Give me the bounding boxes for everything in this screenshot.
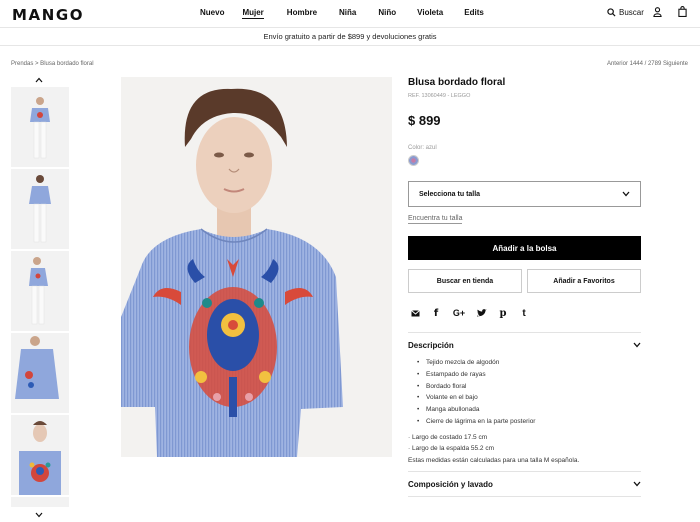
twitter-icon[interactable]	[477, 308, 487, 318]
size-select-label: Selecciona tu talla	[419, 190, 481, 198]
site-header: MANGO Nuevo Mujer Hombre Niña Niño Viole…	[0, 0, 700, 28]
tumblr-icon[interactable]: t	[519, 308, 529, 319]
composition-header[interactable]: Composición y lavado	[408, 472, 641, 496]
list-item: Volante en el bajo	[417, 392, 641, 404]
description-header[interactable]: Descripción	[408, 333, 641, 357]
nav-edits[interactable]: Edits	[464, 8, 484, 19]
product-pager[interactable]: Anterior 1444 / 2789 Siguiente	[607, 61, 688, 67]
main-nav: Nuevo Mujer Hombre Niña Niño Violeta Edi…	[200, 8, 484, 19]
composition-title: Composición y lavado	[408, 479, 493, 489]
nav-hombre[interactable]: Hombre	[287, 8, 317, 19]
divider	[408, 496, 641, 498]
list-item: Manga abullonada	[417, 404, 641, 416]
color-label: Color: azul	[408, 145, 437, 151]
add-to-bag-button[interactable]: Añadir a la bolsa	[408, 236, 641, 260]
size-select[interactable]: Selecciona tu talla	[408, 181, 641, 207]
thumbnail-5[interactable]	[11, 415, 69, 495]
nav-nino[interactable]: Niño	[378, 8, 396, 19]
find-in-store-button[interactable]: Buscar en tienda	[408, 269, 522, 293]
measure-note: Estas medidas están calculadas para una …	[408, 456, 580, 464]
thumbnail-4[interactable]	[11, 333, 69, 413]
thumbnail-6[interactable]	[11, 497, 69, 507]
search-label: Buscar	[619, 8, 644, 17]
list-item: Tejido mezcla de algodón	[417, 357, 641, 369]
size-guide-link[interactable]: Encuentra tu talla	[408, 215, 463, 224]
color-swatch-azul[interactable]	[408, 155, 419, 166]
chevron-down-icon	[633, 481, 641, 487]
mango-logo[interactable]: MANGO	[12, 6, 84, 24]
description-title: Descripción	[408, 340, 454, 350]
list-item: Cierre de lágrima en la parte posterior	[417, 416, 641, 428]
description-list: Tejido mezcla de algodón Estampado de ra…	[417, 357, 641, 428]
facebook-icon[interactable]: f	[431, 308, 441, 319]
breadcrumb[interactable]: Prendas > Blusa bordado floral	[11, 61, 94, 67]
pinterest-icon[interactable]: p	[498, 308, 508, 319]
chevron-down-icon	[622, 191, 630, 197]
chevron-down-icon	[633, 342, 641, 348]
mail-icon[interactable]	[410, 308, 420, 318]
share-icons: f G+ p t	[408, 308, 641, 319]
search-icon	[607, 8, 616, 17]
thumbnail-strip	[11, 87, 69, 509]
promo-bar[interactable]: Envío gratuito a partir de $899 y devolu…	[0, 28, 700, 46]
bag-icon[interactable]	[678, 6, 687, 17]
product-main-image[interactable]	[121, 77, 392, 457]
list-item: Bordado floral	[417, 381, 641, 393]
measures: · Largo de costado 17.5 cm · Largo de la…	[408, 432, 641, 467]
measure-line: · Largo de costado 17.5 cm	[408, 433, 488, 441]
thumbs-down-arrow-icon[interactable]	[35, 512, 43, 518]
google-plus-icon[interactable]: G+	[452, 308, 466, 318]
product-price: $ 899	[408, 113, 441, 128]
product-title: Blusa bordado floral	[408, 77, 506, 88]
product-panel: Blusa bordado floral REF. 13060449 - LEG…	[408, 77, 641, 498]
add-to-favorites-button[interactable]: Añadir a Favoritos	[527, 269, 641, 293]
secondary-buttons: Buscar en tienda Añadir a Favoritos	[408, 269, 641, 293]
user-icon[interactable]	[653, 7, 662, 17]
nav-nuevo[interactable]: Nuevo	[200, 8, 224, 19]
nav-nina[interactable]: Niña	[339, 8, 356, 19]
list-item: Estampado de rayas	[417, 369, 641, 381]
thumbnail-1[interactable]	[11, 87, 69, 167]
product-ref: REF. 13060449 - LEGGO	[408, 93, 471, 99]
thumbnail-3[interactable]	[11, 251, 69, 331]
measure-line: · Largo de la espalda 55.2 cm	[408, 445, 494, 453]
thumbnail-2[interactable]	[11, 169, 69, 249]
nav-mujer[interactable]: Mujer	[242, 8, 264, 19]
thumbs-up-arrow-icon[interactable]	[35, 77, 43, 83]
nav-violeta[interactable]: Violeta	[417, 8, 443, 19]
search-button[interactable]: Buscar	[607, 8, 644, 17]
